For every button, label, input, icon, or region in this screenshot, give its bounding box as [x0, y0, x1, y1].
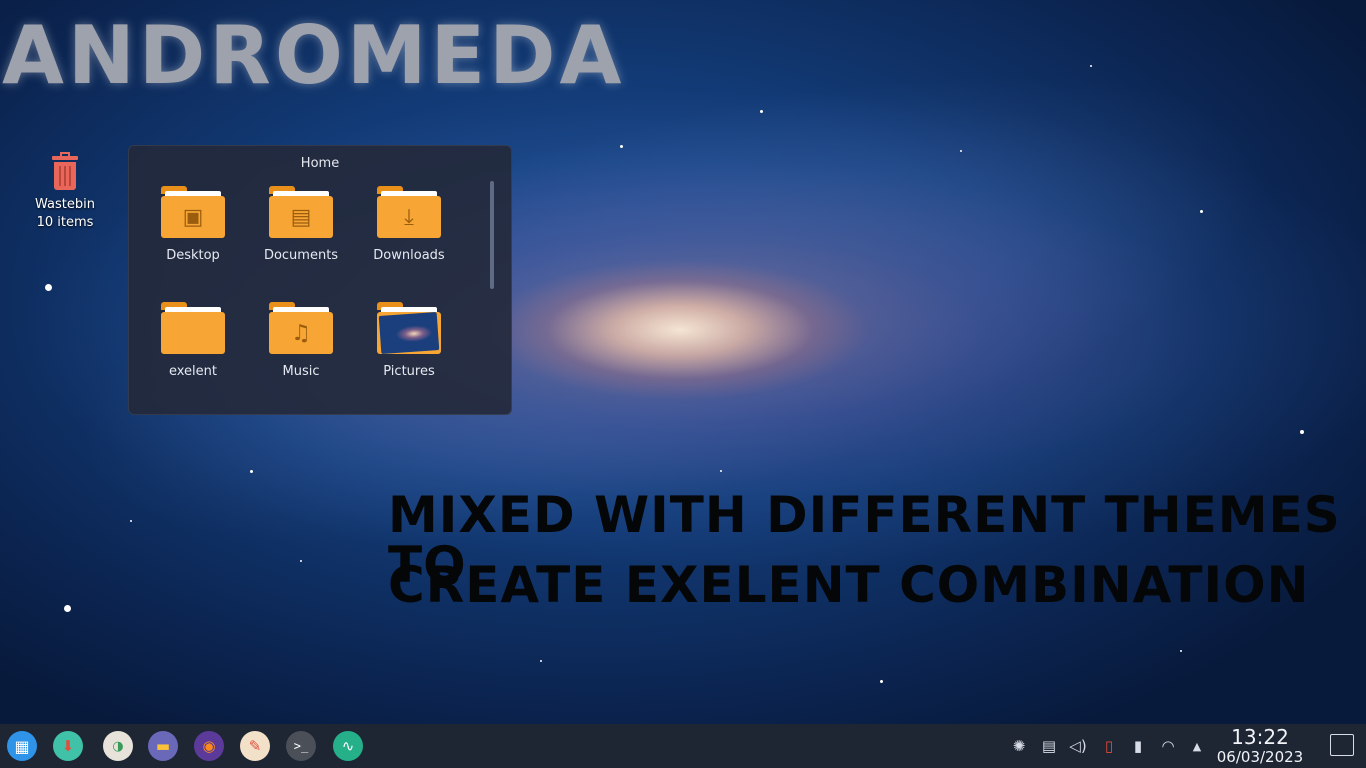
folder-view-scrollbar[interactable]: [490, 181, 494, 289]
wastebin-item-count: 10 items: [36, 215, 94, 230]
system-monitor-icon[interactable]: ∿: [333, 731, 363, 761]
clipboard-icon[interactable]: ▤: [1039, 736, 1059, 756]
folder-item-documents[interactable]: ▤ Documents: [251, 186, 351, 263]
firefox-icon[interactable]: ◉: [194, 731, 224, 761]
clock-time: 13:22: [1231, 725, 1289, 749]
software-center-icon[interactable]: ⬇: [53, 731, 83, 761]
folder-item-label: Music: [282, 364, 320, 379]
task-app-icon[interactable]: ✎: [240, 731, 270, 761]
wastebin-icon: [50, 152, 80, 190]
file-manager-icon[interactable]: ▬: [148, 731, 178, 761]
folder-pictures-icon: [377, 302, 441, 354]
folder-music-icon: ♫: [269, 302, 333, 354]
folder-item-desktop[interactable]: ▣ Desktop: [143, 186, 243, 263]
folder-desktop-icon: ▣: [161, 186, 225, 238]
aperture-icon[interactable]: ✺: [1009, 736, 1029, 756]
folder-item-label: Pictures: [383, 364, 435, 379]
wifi-icon[interactable]: ◠: [1158, 736, 1178, 756]
terminal-icon[interactable]: >_: [286, 731, 316, 761]
overlay-headline-line-2: CREATE EXELENT COMBINATION: [388, 556, 1310, 614]
folder-icon: [161, 302, 225, 354]
andromeda-logo-text: ANDROMEDA: [2, 9, 626, 102]
volume-icon[interactable]: ◁): [1068, 736, 1088, 756]
folder-item-label: Desktop: [166, 248, 220, 263]
desktop-icon-wastebin[interactable]: Wastebin 10 items: [28, 152, 102, 232]
folder-item-label: Downloads: [373, 248, 445, 263]
folder-documents-icon: ▤: [269, 186, 333, 238]
battery-icon[interactable]: ▯: [1099, 736, 1119, 756]
clock-date: 06/03/2023: [1216, 748, 1304, 766]
clock[interactable]: 13:22 06/03/2023: [1210, 726, 1310, 766]
folder-downloads-icon: ⤓: [377, 186, 441, 238]
show-desktop-button[interactable]: [1330, 734, 1354, 756]
settings-toggle-icon[interactable]: ◑: [103, 731, 133, 761]
folder-item-label: Documents: [263, 248, 339, 263]
folder-item-exelent[interactable]: exelent: [143, 302, 243, 379]
folder-item-pictures[interactable]: Pictures: [359, 302, 459, 379]
start-menu-icon[interactable]: ▦: [7, 731, 37, 761]
taskbar: ▦ ⬇ ◑ ▬ ◉ ✎ >_ ∿ ✺ ▤ ◁) ▯ ▮ ◠ ▲ 13:22 06…: [0, 724, 1366, 768]
tray-expand-icon[interactable]: ▲: [1187, 736, 1207, 756]
home-folder-view-widget: Home ▣ Desktop ▤ Documents ⤓ Downloads e…: [128, 145, 512, 415]
folder-item-downloads[interactable]: ⤓ Downloads: [359, 186, 459, 263]
wastebin-label: Wastebin: [35, 197, 95, 212]
phone-connect-icon[interactable]: ▮: [1128, 736, 1148, 756]
folder-item-label: exelent: [168, 364, 217, 379]
folder-view-title: Home: [300, 156, 340, 171]
folder-item-music[interactable]: ♫ Music: [251, 302, 351, 379]
